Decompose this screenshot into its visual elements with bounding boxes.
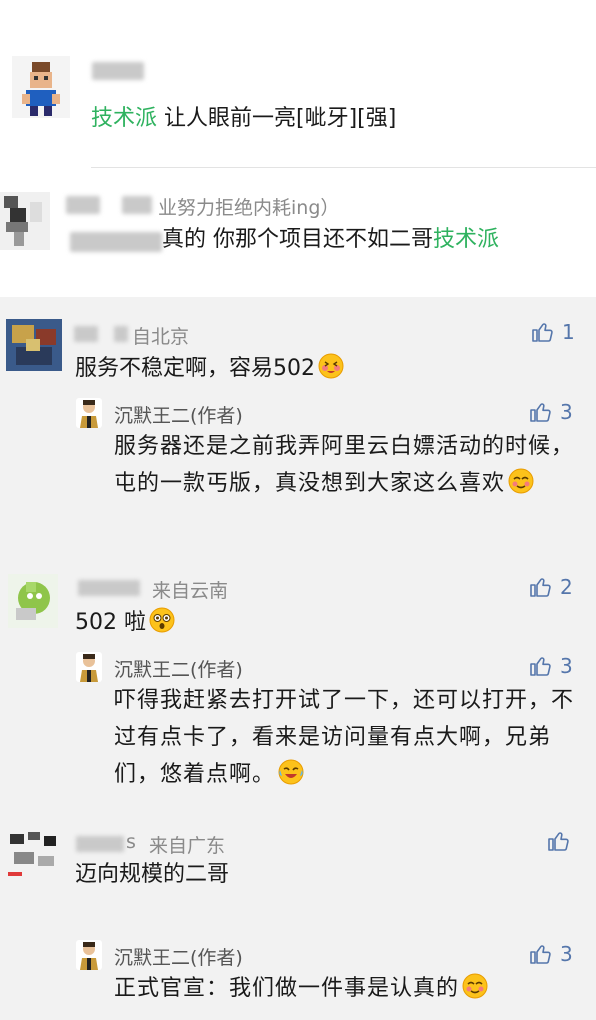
like-count: 1 xyxy=(562,320,575,344)
comment-2-name: 业努力拒绝内耗ing） xyxy=(158,197,340,219)
comment-2-avatar[interactable] xyxy=(0,192,50,250)
blushing-face-emoji-icon xyxy=(318,353,344,379)
comment-3-avatar[interactable] xyxy=(6,319,62,371)
tears-of-joy-emoji-icon xyxy=(278,759,304,785)
smirk-face-emoji-icon xyxy=(508,468,534,494)
comment-3-location: 自北京 xyxy=(132,326,190,348)
comment-2-content-blurred xyxy=(70,232,162,252)
author-avatar[interactable] xyxy=(76,940,102,970)
comment-divider xyxy=(91,167,596,168)
top-comments: 技术派 让人眼前一亮[呲牙][强] 业努力拒绝内耗ing） 真的 你那个项目还不… xyxy=(0,0,596,297)
comment-4-name-blurred xyxy=(78,580,140,596)
reply-2-text: 吓得我赶紧去打开试了一下，还可以打开，不过有点卡了，看来是访问量有点大啊，兄弟们… xyxy=(114,688,575,787)
tech-link[interactable]: 技术派 xyxy=(433,227,499,252)
comment-4-avatar[interactable] xyxy=(8,574,58,628)
thumbs-up-icon xyxy=(530,578,551,597)
comment-1-avatar[interactable] xyxy=(12,56,70,118)
reply-2-content: 吓得我赶紧去打开试了一下，还可以打开，不过有点卡了，看来是访问量有点大啊，兄弟们… xyxy=(114,682,580,793)
blurred-avatar-icon xyxy=(8,830,60,880)
art-avatar-icon xyxy=(6,319,62,371)
comment-2-name-blurred-2 xyxy=(122,196,152,214)
comment-3-name-blurred-2 xyxy=(114,326,128,342)
smirk-face-emoji-icon xyxy=(462,973,488,999)
comment-2-name-blurred-1 xyxy=(66,196,100,214)
comment-1-content: 技术派 让人眼前一亮[呲牙][强] xyxy=(91,104,396,135)
author-avatar[interactable] xyxy=(76,652,102,682)
tech-link[interactable]: 技术派 xyxy=(91,106,157,131)
green-avatar-icon xyxy=(8,574,58,628)
like-count: 3 xyxy=(560,654,573,678)
like-count: 2 xyxy=(560,575,573,599)
comment-4-like[interactable]: 2 xyxy=(528,575,573,599)
like-count: 3 xyxy=(560,942,573,966)
author-avatar-icon xyxy=(76,398,102,428)
pixel-avatar-icon xyxy=(12,56,70,118)
reply-3-author: 沉默王二(作者) xyxy=(114,947,243,969)
thumbs-up-icon xyxy=(532,323,553,342)
reply-3-text: 正式官宣：我们做一件事是认真的 xyxy=(114,976,460,1001)
author-avatar-icon xyxy=(76,652,102,682)
comment-4-text: 502 啦 xyxy=(75,610,146,635)
reply-1-content: 服务器还是之前我弄阿里云白嫖活动的时候，屯的一款丐版，真没想到大家这么喜欢 xyxy=(114,428,580,502)
comment-5-like[interactable] xyxy=(546,829,578,853)
pixel-avatar-icon xyxy=(0,192,50,250)
reply-1-author: 沉默王二(作者) xyxy=(114,405,243,427)
comment-3-name-blurred xyxy=(74,326,98,342)
reply-2-author: 沉默王二(作者) xyxy=(114,659,243,681)
comment-5-location: 来自广东 xyxy=(149,835,226,857)
like-count: 3 xyxy=(560,400,573,424)
reply-1-text: 服务器还是之前我弄阿里云白嫖活动的时候，屯的一款丐版，真没想到大家这么喜欢 xyxy=(114,434,575,496)
thumbs-up-icon xyxy=(530,945,551,964)
comment-5-name: s xyxy=(126,831,136,853)
comment-5-avatar[interactable] xyxy=(8,830,60,880)
author-avatar[interactable] xyxy=(76,398,102,428)
comment-2-content: 真的 你那个项目还不如二哥技术派 xyxy=(162,225,499,256)
thumbs-up-icon xyxy=(530,403,551,422)
comment-2-text: 真的 你那个项目还不如二哥 xyxy=(162,227,433,252)
comment-1-name-blurred xyxy=(92,62,144,80)
comment-3-text: 服务不稳定啊，容易502 xyxy=(75,356,315,381)
comment-5-name-blurred xyxy=(76,836,124,852)
comment-1-text: 让人眼前一亮[呲牙][强] xyxy=(157,106,397,131)
thumbs-up-icon xyxy=(548,832,569,851)
flushed-face-emoji-icon xyxy=(149,607,175,633)
comment-3-content: 服务不稳定啊，容易502 xyxy=(75,352,345,385)
reply-2-like[interactable]: 3 xyxy=(528,654,573,678)
author-avatar-icon xyxy=(76,940,102,970)
comment-3-like[interactable]: 1 xyxy=(530,320,575,344)
comment-5-content: 迈向规模的二哥 xyxy=(75,860,229,891)
thumbs-up-icon xyxy=(530,657,551,676)
reply-3-content: 正式官宣：我们做一件事是认真的 xyxy=(114,972,489,1005)
reply-1-like[interactable]: 3 xyxy=(528,400,573,424)
comment-4-location: 来自云南 xyxy=(152,580,229,602)
reply-3-like[interactable]: 3 xyxy=(528,942,573,966)
comment-5-text: 迈向规模的二哥 xyxy=(75,862,230,887)
comment-4-content: 502 啦 xyxy=(75,606,176,639)
